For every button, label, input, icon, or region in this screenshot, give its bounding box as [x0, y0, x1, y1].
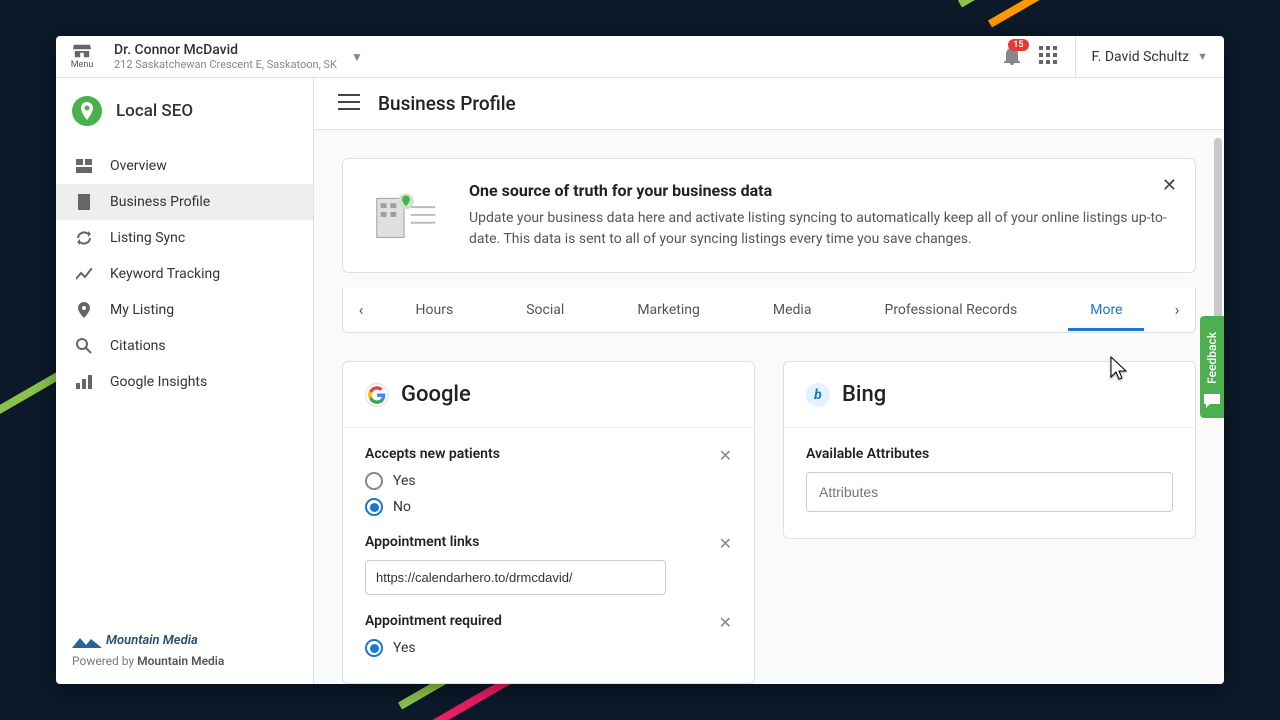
sidebar-footer: Mountain Media Powered by Mountain Media	[56, 617, 313, 684]
tab-strip: ‹ Hours Social Marketing Media Professio…	[342, 287, 1196, 333]
attributes-input[interactable]	[806, 472, 1173, 512]
sidebar-item-keyword-tracking[interactable]: Keyword Tracking	[56, 256, 313, 292]
trend-icon	[74, 268, 94, 280]
available-attributes-label: Available Attributes	[806, 446, 1173, 462]
accepts-new-patients-group: Accepts new patients ✕ Yes No	[365, 446, 732, 516]
available-attributes-group: Available Attributes	[806, 446, 1173, 512]
sidebar-item-label: Google Insights	[110, 374, 207, 390]
brand-title: Local SEO	[116, 101, 193, 121]
bing-panel: b Bing Available Attributes	[783, 361, 1196, 539]
sidebar-item-google-insights[interactable]: Google Insights	[56, 364, 313, 400]
sidebar-item-citations[interactable]: Citations	[56, 328, 313, 364]
radio-yes-2[interactable]: Yes	[365, 639, 732, 657]
business-address: 212 Saskatchewan Crescent E, Saskatoon, …	[114, 58, 337, 71]
sidebar-item-label: Keyword Tracking	[110, 266, 220, 282]
main-header: Business Profile	[314, 78, 1224, 130]
info-heading: One source of truth for your business da…	[469, 181, 1171, 200]
chat-icon	[1204, 394, 1220, 408]
apps-button[interactable]	[1039, 46, 1057, 68]
sidebar: Local SEO Overview Business Profile List…	[56, 78, 314, 684]
feedback-label: Feedback	[1205, 332, 1219, 384]
tab-scroll-left[interactable]: ‹	[343, 300, 379, 319]
sidebar-item-label: Listing Sync	[110, 230, 185, 246]
business-caret-icon: ▼	[351, 50, 363, 64]
appointment-links-label: Appointment links	[365, 534, 732, 550]
apps-grid-icon	[1039, 46, 1057, 64]
tab-social[interactable]: Social	[518, 290, 572, 330]
appointment-link-input[interactable]	[365, 560, 666, 595]
radio-yes[interactable]: Yes	[365, 472, 732, 490]
cursor-icon	[1106, 355, 1130, 387]
accepts-label: Accepts new patients	[365, 446, 732, 462]
topbar: Menu Dr. Connor McDavid 212 Saskatchewan…	[56, 36, 1224, 78]
radio-icon	[365, 498, 383, 516]
brand-pin-icon	[72, 96, 102, 126]
notifications-button[interactable]: 15	[1003, 45, 1021, 69]
tab-media[interactable]: Media	[765, 290, 820, 330]
menu-button[interactable]: Menu	[56, 44, 108, 70]
info-body: Update your business data here and activ…	[469, 208, 1171, 250]
radio-label: No	[393, 499, 411, 515]
remove-attribute-button[interactable]: ✕	[719, 534, 732, 553]
sidebar-item-overview[interactable]: Overview	[56, 148, 313, 184]
radio-label: Yes	[393, 473, 416, 489]
pin-icon	[74, 302, 94, 318]
appointment-required-label: Appointment required	[365, 613, 732, 629]
tab-professional-records[interactable]: Professional Records	[876, 290, 1025, 330]
business-selector[interactable]: Dr. Connor McDavid 212 Saskatchewan Cres…	[114, 42, 337, 71]
dashboard-icon	[74, 159, 94, 173]
brand: Local SEO	[56, 78, 313, 144]
google-title: Google	[401, 382, 471, 407]
business-name: Dr. Connor McDavid	[114, 42, 337, 58]
remove-attribute-button[interactable]: ✕	[719, 446, 732, 465]
powered-by: Powered by Mountain Media	[72, 654, 297, 668]
mountain-media-logo: Mountain Media	[72, 633, 297, 648]
panels: Google Accepts new patients ✕ Yes	[342, 361, 1196, 684]
storefront-icon	[73, 44, 91, 58]
sidebar-item-label: Citations	[110, 338, 166, 354]
content: One source of truth for your business da…	[314, 130, 1224, 684]
app-window: Menu Dr. Connor McDavid 212 Saskatchewan…	[56, 36, 1224, 684]
remove-attribute-button[interactable]: ✕	[719, 613, 732, 632]
page-title: Business Profile	[378, 92, 516, 115]
sidebar-item-label: My Listing	[110, 302, 174, 318]
chart-icon	[74, 375, 94, 389]
main: Business Profile	[314, 78, 1224, 684]
search-icon	[74, 338, 94, 354]
feedback-tab[interactable]: Feedback	[1200, 316, 1224, 418]
side-nav: Overview Business Profile Listing Sync K…	[56, 144, 313, 400]
user-menu[interactable]: F. David Schultz ▼	[1075, 36, 1224, 77]
sidebar-item-listing-sync[interactable]: Listing Sync	[56, 220, 313, 256]
radio-icon	[365, 472, 383, 490]
google-icon	[365, 383, 389, 407]
radio-no[interactable]: No	[365, 498, 732, 516]
info-close-button[interactable]: ✕	[1162, 175, 1177, 196]
tab-hours[interactable]: Hours	[408, 290, 462, 330]
chevron-down-icon: ▼	[1197, 50, 1208, 63]
sidebar-item-my-listing[interactable]: My Listing	[56, 292, 313, 328]
bing-icon: b	[806, 383, 830, 407]
notification-badge: 15	[1008, 39, 1028, 51]
menu-label: Menu	[71, 60, 94, 70]
hamburger-icon[interactable]	[338, 94, 360, 114]
sidebar-item-business-profile[interactable]: Business Profile	[56, 184, 313, 220]
tab-marketing[interactable]: Marketing	[629, 290, 708, 330]
appointment-links-group: Appointment links ✕	[365, 534, 732, 595]
radio-label: Yes	[393, 640, 416, 656]
tab-scroll-right[interactable]: ›	[1159, 300, 1195, 319]
appointment-required-group: Appointment required ✕ Yes	[365, 613, 732, 657]
radio-icon	[365, 639, 383, 657]
user-name: F. David Schultz	[1092, 49, 1190, 65]
sync-icon	[74, 230, 94, 246]
building-icon	[74, 194, 94, 210]
bing-title: Bing	[842, 382, 886, 407]
sidebar-item-label: Business Profile	[110, 194, 210, 210]
info-card: One source of truth for your business da…	[342, 158, 1196, 273]
tab-more[interactable]: More	[1082, 290, 1130, 330]
sidebar-item-label: Overview	[110, 158, 167, 174]
google-panel: Google Accepts new patients ✕ Yes	[342, 361, 755, 684]
info-illustration	[367, 181, 445, 245]
